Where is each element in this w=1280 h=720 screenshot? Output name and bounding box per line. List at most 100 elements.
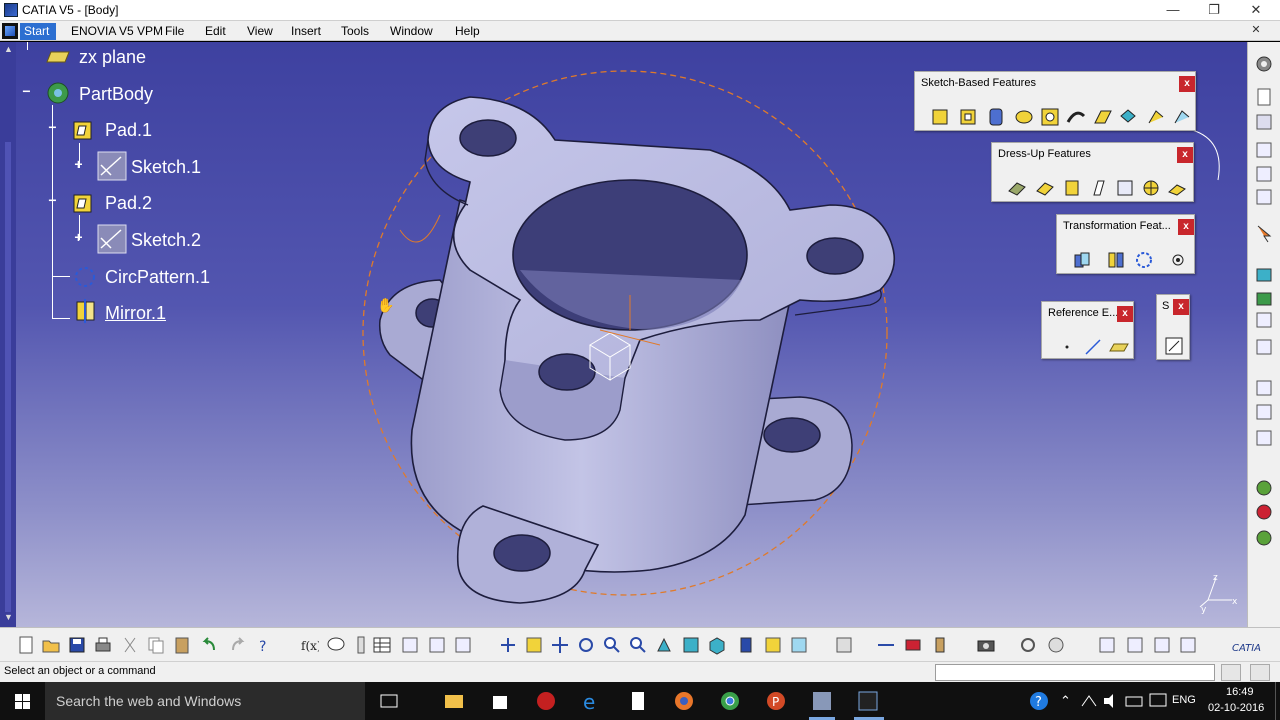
- chamfer-icon[interactable]: [1034, 177, 1056, 199]
- filter-icon[interactable]: [1152, 635, 1172, 655]
- chrome-icon[interactable]: [719, 690, 741, 712]
- copy-icon[interactable]: [146, 635, 166, 655]
- redo-icon[interactable]: [228, 635, 248, 655]
- measure-item-icon[interactable]: [903, 635, 923, 655]
- notifications-icon[interactable]: [1147, 690, 1169, 712]
- formula-fx-icon[interactable]: f(x): [299, 635, 319, 655]
- menu-view[interactable]: View: [243, 23, 277, 40]
- scroll-up-arrow-icon[interactable]: ▲: [4, 44, 13, 54]
- taskbar-search-box[interactable]: Search the web and Windows: [45, 682, 365, 720]
- update-icon[interactable]: [834, 635, 854, 655]
- plane-icon[interactable]: [45, 51, 71, 63]
- sketch-based-features-toolbar[interactable]: Sketch-Based Features x: [914, 71, 1196, 131]
- show-desktop-button[interactable]: [1275, 682, 1280, 720]
- line-icon[interactable]: [1082, 336, 1104, 358]
- firefox-icon[interactable]: [673, 690, 695, 712]
- zoom-in-icon[interactable]: [602, 635, 622, 655]
- command-options-button[interactable]: [1221, 664, 1241, 681]
- rules-icon[interactable]: [1254, 502, 1274, 522]
- apply-material-icon[interactable]: [1254, 288, 1274, 308]
- parameters-icon[interactable]: [351, 635, 371, 655]
- capture-camera-icon[interactable]: [976, 635, 996, 655]
- whats-this-help-icon[interactable]: ?: [255, 635, 275, 655]
- transformation-features-toolbar[interactable]: Transformation Feat... x: [1056, 214, 1195, 274]
- battery-icon[interactable]: [1124, 690, 1146, 712]
- tree-item-sketch2[interactable]: Sketch.2: [131, 230, 201, 251]
- close-button[interactable]: ✕: [1234, 0, 1278, 20]
- text-abc-icon[interactable]: [1254, 378, 1274, 398]
- settings-gear-icon[interactable]: [1254, 54, 1274, 74]
- clock-date[interactable]: 02-10-2016: [1208, 702, 1264, 714]
- grid-icon[interactable]: [1254, 140, 1274, 160]
- print-icon[interactable]: [93, 635, 113, 655]
- shading-icon[interactable]: [736, 635, 756, 655]
- slot-icon[interactable]: [1092, 106, 1114, 128]
- circular-pattern-icon[interactable]: [72, 264, 98, 290]
- measure-inertia-icon[interactable]: [930, 635, 950, 655]
- menu-edit[interactable]: Edit: [201, 23, 230, 40]
- multi-sections-solid-icon[interactable]: [1145, 106, 1167, 128]
- pocket-icon[interactable]: [957, 106, 979, 128]
- pad-icon[interactable]: [929, 106, 951, 128]
- spell-icon[interactable]: [1254, 402, 1274, 422]
- design-table-icon[interactable]: [453, 635, 473, 655]
- tree-item-pad2[interactable]: Pad.2: [105, 193, 152, 214]
- hide-show-icon[interactable]: [763, 635, 783, 655]
- catia-menu-icon[interactable]: [2, 23, 18, 39]
- document-icon[interactable]: [627, 690, 649, 712]
- view-manipulation-icon[interactable]: [1046, 635, 1066, 655]
- app-red-icon[interactable]: [535, 690, 557, 712]
- command-input[interactable]: [935, 664, 1215, 681]
- draft-angle-icon[interactable]: [1061, 177, 1083, 199]
- sketcher-toolbar[interactable]: S x: [1156, 294, 1190, 360]
- removed-multi-sections-icon[interactable]: [1171, 106, 1193, 128]
- command-stop-button[interactable]: [1250, 664, 1270, 681]
- document-close-button[interactable]: ✕: [1234, 21, 1278, 40]
- shaft-icon[interactable]: [985, 106, 1007, 128]
- restore-button[interactable]: ❐: [1192, 0, 1236, 20]
- knowledge-inspector-icon[interactable]: [427, 635, 447, 655]
- thread-icon[interactable]: [1140, 177, 1162, 199]
- menu-help[interactable]: Help: [451, 23, 484, 40]
- toolbar-close-button[interactable]: x: [1178, 219, 1194, 235]
- normal-view-icon[interactable]: [654, 635, 674, 655]
- new-file-icon[interactable]: [16, 635, 36, 655]
- properties-icon[interactable]: [1178, 635, 1198, 655]
- table-icon[interactable]: [372, 635, 392, 655]
- menu-insert[interactable]: Insert: [287, 23, 325, 40]
- fly-mode-icon[interactable]: [498, 635, 518, 655]
- refresh-icon[interactable]: [1018, 635, 1038, 655]
- network-icon[interactable]: [1078, 690, 1100, 712]
- file-explorer-icon[interactable]: [443, 690, 465, 712]
- select-arrow-icon[interactable]: [1254, 224, 1274, 244]
- tree-item-partbody[interactable]: PartBody: [79, 84, 153, 105]
- boolean-operations-icon[interactable]: [1254, 264, 1274, 284]
- open-folder-icon[interactable]: [41, 635, 61, 655]
- pan-icon[interactable]: [550, 635, 570, 655]
- tree-item-pad1[interactable]: Pad.1: [105, 120, 152, 141]
- collapse-pad1-icon[interactable]: −: [47, 120, 58, 134]
- partbody-gear-icon[interactable]: [44, 80, 72, 106]
- expand-sketch1-icon[interactable]: +: [73, 157, 84, 171]
- check-icon[interactable]: [1254, 528, 1274, 548]
- sketch-icon[interactable]: [1163, 335, 1185, 357]
- mirror-icon[interactable]: [1105, 249, 1127, 271]
- sketch-icon[interactable]: [97, 151, 127, 181]
- tree-item-zx-plane[interactable]: zx plane: [79, 47, 146, 68]
- toolbar-close-button[interactable]: x: [1179, 76, 1195, 92]
- tray-chevron-up-icon[interactable]: ⌃: [1060, 693, 1071, 709]
- toolbar-close-button[interactable]: x: [1117, 306, 1133, 322]
- catia-v5-taskbar-icon[interactable]: [857, 690, 879, 712]
- pad-icon[interactable]: [71, 191, 95, 215]
- swap-visible-space-icon[interactable]: [789, 635, 809, 655]
- annotation-icon[interactable]: [1254, 337, 1274, 357]
- toolbar-close-button[interactable]: x: [1177, 147, 1193, 163]
- tree-scrollbar[interactable]: ▲ ▼: [0, 42, 16, 627]
- menu-tools[interactable]: Tools: [337, 23, 373, 40]
- profile-icon[interactable]: [1254, 187, 1274, 207]
- dress-up-features-toolbar[interactable]: Dress-Up Features x: [991, 142, 1194, 202]
- hole-icon[interactable]: [1039, 106, 1061, 128]
- paste-icon[interactable]: [172, 635, 192, 655]
- expand-sketch2-icon[interactable]: +: [73, 230, 84, 244]
- task-view-icon[interactable]: [378, 690, 400, 712]
